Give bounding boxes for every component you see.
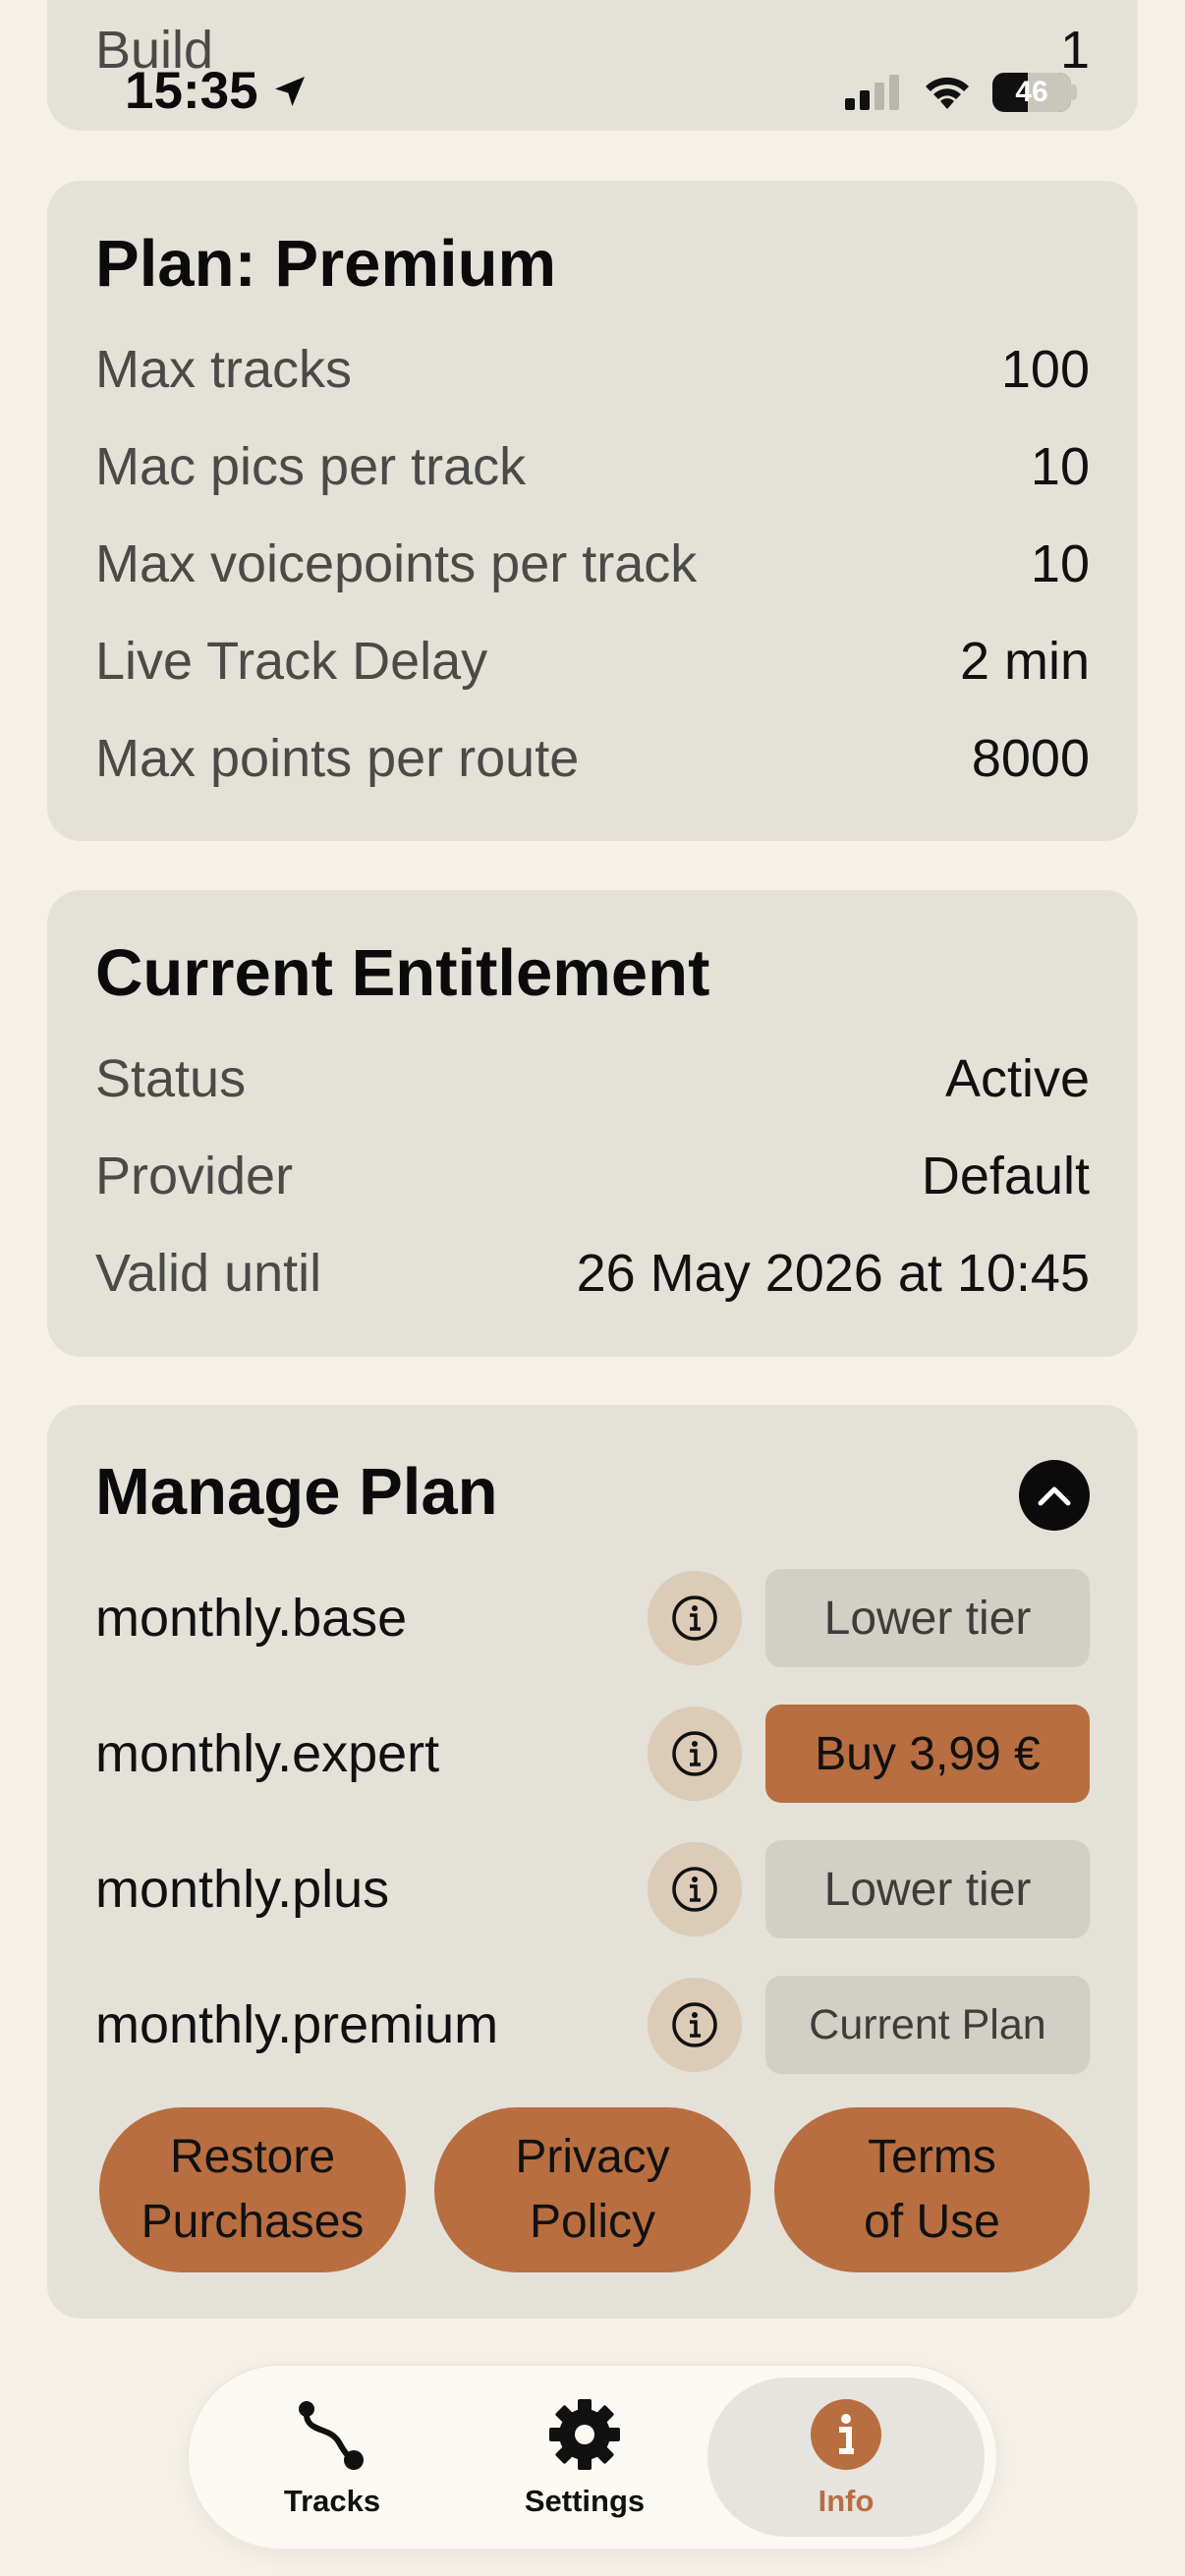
plan-row-label: Mac pics per track	[95, 437, 527, 496]
plan-row-label: Max voicepoints per track	[95, 534, 698, 593]
entitlement-row-value: Active	[944, 1049, 1090, 1108]
product-row: monthly.base Lower tier	[95, 1567, 1090, 1669]
product-info-button[interactable]	[648, 1571, 742, 1665]
plan-row: Live Track Delay 2 min	[95, 627, 1090, 696]
plan-row: Mac pics per track 10	[95, 432, 1090, 501]
entitlement-row: Provider Default	[95, 1142, 1090, 1210]
plan-row-label: Live Track Delay	[95, 632, 488, 691]
product-row: monthly.plus Lower tier	[95, 1838, 1090, 1940]
current-plan-button[interactable]: Current Plan	[765, 1976, 1090, 2074]
tab-settings[interactable]: Settings	[467, 2378, 703, 2537]
product-name: monthly.plus	[95, 1860, 390, 1919]
product-info-button[interactable]	[648, 1978, 742, 2072]
product-row: monthly.premium Current Plan	[95, 1974, 1090, 2076]
product-name: monthly.base	[95, 1589, 408, 1648]
lower-tier-button[interactable]: Lower tier	[765, 1569, 1090, 1667]
info-circle-icon	[672, 2002, 717, 2047]
collapse-button[interactable]	[1019, 1460, 1090, 1531]
tab-tracks[interactable]: Tracks	[214, 2378, 450, 2537]
plan-title: Plan: Premium	[95, 227, 557, 301]
info-circle-icon	[672, 1596, 717, 1641]
entitlement-row-label: Provider	[95, 1147, 294, 1205]
restore-purchases-button[interactable]: Restore Purchases	[99, 2107, 406, 2272]
privacy-label-line2: Policy	[529, 2196, 656, 2248]
entitlement-row: Status Active	[95, 1044, 1090, 1113]
chevron-up-icon	[1038, 1486, 1071, 1506]
entitlement-row-value: 26 May 2026 at 10:45	[576, 1244, 1090, 1303]
tab-label: Tracks	[283, 2484, 381, 2518]
info-icon	[811, 2399, 881, 2470]
status-time-text: 15:35	[125, 62, 258, 120]
restore-label-line2: Purchases	[141, 2196, 365, 2248]
tab-bar: Tracks Settings Info	[189, 2366, 996, 2548]
product-info-button[interactable]	[648, 1842, 742, 1936]
product-row: monthly.expert Buy 3,99 €	[95, 1703, 1090, 1805]
plan-row: Max voicepoints per track 10	[95, 530, 1090, 598]
product-info-button[interactable]	[648, 1707, 742, 1801]
gear-icon	[549, 2399, 620, 2470]
terms-of-use-button[interactable]: Terms of Use	[774, 2107, 1090, 2272]
plan-row-label: Max tracks	[95, 340, 353, 399]
entitlement-row: Valid until 26 May 2026 at 10:45	[95, 1239, 1090, 1308]
battery-level: 46	[1015, 76, 1048, 108]
plan-row-value: 100	[1000, 340, 1090, 399]
entitlement-title: Current Entitlement	[95, 936, 710, 1010]
entitlement-card: Current Entitlement Status Active Provid…	[47, 890, 1138, 1357]
wifi-icon	[926, 77, 969, 109]
entitlement-row-label: Status	[95, 1049, 247, 1108]
plan-card: Plan: Premium Max tracks 100 Mac pics pe…	[47, 181, 1138, 841]
product-name: monthly.expert	[95, 1724, 440, 1783]
tab-info[interactable]: Info	[707, 2378, 985, 2537]
status-bar-time: 15:35	[125, 61, 310, 121]
plan-row-value: 8000	[971, 729, 1090, 788]
lower-tier-button[interactable]: Lower tier	[765, 1840, 1090, 1938]
tab-label: Settings	[524, 2484, 646, 2518]
info-circle-icon	[672, 1731, 717, 1776]
route-icon	[299, 2401, 364, 2470]
info-circle-icon	[672, 1867, 717, 1912]
plan-row-value: 10	[1030, 437, 1090, 496]
status-bar-indicators: 46	[845, 73, 1077, 112]
terms-label-line1: Terms	[868, 2131, 996, 2183]
privacy-policy-button[interactable]: Privacy Policy	[434, 2107, 751, 2272]
terms-label-line2: of Use	[864, 2196, 1000, 2248]
plan-row-value: 2 min	[959, 632, 1090, 691]
location-arrow-icon	[274, 76, 305, 106]
restore-label-line1: Restore	[169, 2131, 336, 2183]
entitlement-row-label: Valid until	[95, 1244, 322, 1303]
tab-label: Info	[818, 2484, 875, 2518]
product-name: monthly.premium	[95, 1995, 499, 2054]
plan-row: Max points per route 8000	[95, 724, 1090, 793]
entitlement-row-value: Default	[921, 1147, 1090, 1205]
build-value: 1	[1059, 21, 1090, 80]
info-screen: Build 1 15:35 46 Plan: Premium Max track…	[0, 0, 1185, 2576]
buy-button[interactable]: Buy 3,99 €	[765, 1705, 1090, 1803]
cellular-signal-icon	[845, 75, 899, 110]
plan-row-value: 10	[1030, 534, 1090, 593]
plan-row: Max tracks 100	[95, 335, 1090, 404]
battery-icon: 46	[992, 73, 1071, 112]
privacy-label-line1: Privacy	[515, 2131, 670, 2183]
manage-plan-title: Manage Plan	[95, 1455, 498, 1529]
plan-row-label: Max points per route	[95, 729, 580, 788]
